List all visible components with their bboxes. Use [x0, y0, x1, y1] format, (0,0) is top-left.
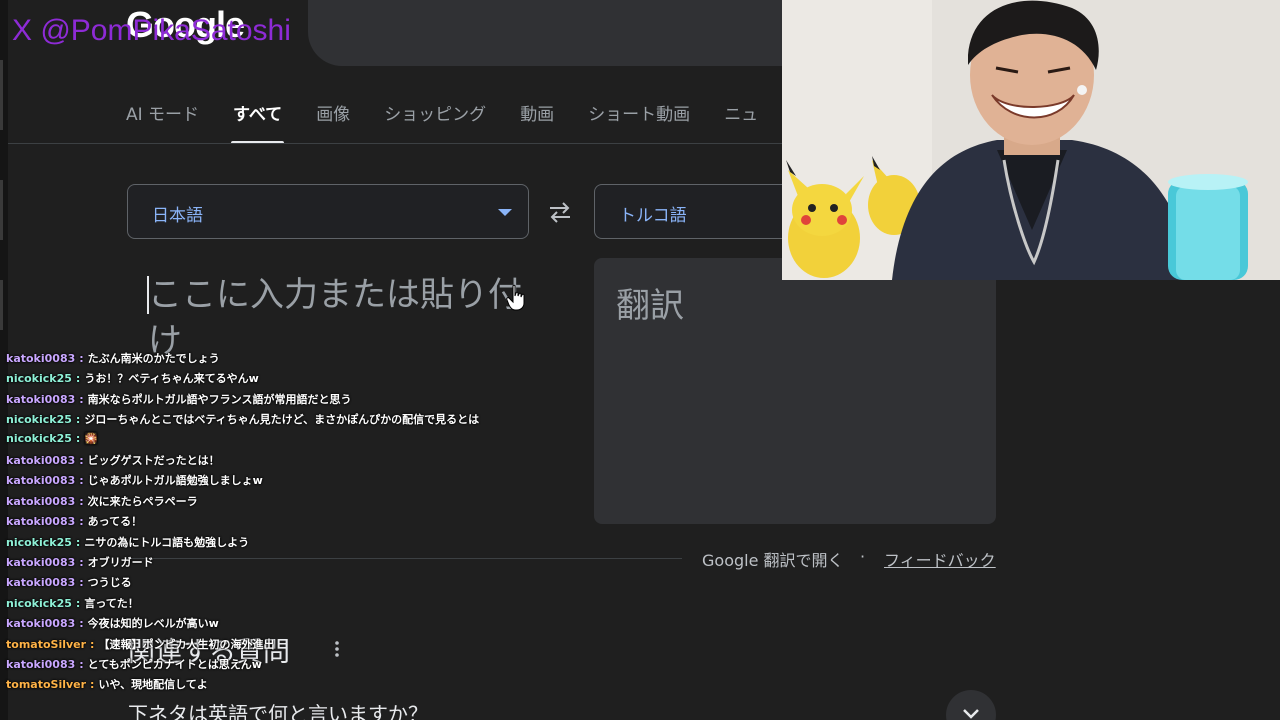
chat-username: nicokick25 — [6, 431, 72, 445]
chat-message: katoki0083: あってる！ — [6, 513, 142, 529]
chat-username: tomatoSilver — [6, 678, 87, 692]
chat-colon: : — [90, 637, 95, 651]
tab-all[interactable]: すべて — [231, 100, 285, 144]
chat-text: ニサの為にトルコ語も勉強しよう — [84, 535, 250, 549]
chat-colon: : — [79, 352, 84, 365]
chat-colon: : — [90, 678, 95, 692]
chat-message: nicokick25: 言ってた！ — [6, 595, 139, 611]
source-language-select[interactable]: 日本語 — [127, 184, 529, 239]
chat-text: 南米ならポルトガル語やフランス語が常用語だと思う — [87, 392, 352, 406]
chat-username: katoki0083 — [6, 392, 76, 406]
chat-text: ビッグゲストだったとは！ — [87, 454, 220, 467]
chat-colon: : — [75, 535, 81, 549]
chat-colon: : — [79, 658, 84, 671]
chat-message: nicokick25: ジローちゃんとこではベティちゃん見たけど、まさかぽんぴかの… — [6, 411, 479, 427]
chat-colon: : — [79, 576, 84, 590]
search-bar[interactable] — [308, 0, 788, 66]
chat-username: nicokick25 — [6, 413, 72, 427]
chat-text: 🎇 — [84, 431, 99, 445]
chat-username: nicokick25 — [6, 535, 72, 549]
chat-username: katoki0083 — [6, 556, 76, 569]
expand-question-button[interactable] — [946, 690, 996, 720]
strip-mark — [0, 60, 3, 130]
chat-username: katoki0083 — [6, 474, 76, 488]
hand-cursor-icon — [506, 284, 525, 311]
glowing-lamp — [1168, 174, 1248, 280]
chat-username: tomatoSilver — [6, 637, 87, 651]
source-language-label: 日本語 — [152, 206, 203, 226]
chat-message: katoki0083: とてもポンピカナイトとは思えんw — [6, 656, 262, 672]
chat-username: katoki0083 — [6, 576, 76, 590]
chat-text: 今夜は知的レベルが高いw — [87, 617, 219, 631]
chat-colon: : — [79, 515, 84, 529]
chat-text: オブリガード — [87, 556, 154, 569]
tab-ai-mode[interactable]: AI モード — [126, 100, 199, 144]
chat-username: nicokick25 — [6, 596, 72, 610]
chat-username: nicokick25 — [6, 372, 72, 386]
chat-colon: : — [79, 494, 84, 508]
chat-message: katoki0083: 次に来たらペラペーラ — [6, 493, 198, 509]
chevron-down-icon — [963, 709, 979, 719]
chat-colon: : — [75, 596, 81, 610]
chat-text: 言ってた！ — [84, 596, 139, 610]
chat-message: katoki0083: ビッグゲストだったとは！ — [6, 452, 220, 468]
chat-message: katoki0083: じゃあポルトガル語勉強しましょw — [6, 472, 263, 488]
streamer-webcam — [782, 0, 1280, 280]
chat-colon: : — [79, 392, 84, 406]
chat-username: katoki0083 — [6, 494, 76, 508]
strip-mark — [0, 180, 3, 240]
chat-text: 次に来たらペラペーラ — [87, 494, 198, 508]
chat-colon: : — [75, 431, 81, 445]
target-language-label: トルコ語 — [619, 206, 687, 226]
chat-message: katoki0083: 南米ならポルトガル語やフランス語が常用語だと思う — [6, 391, 351, 407]
chat-text: ジローちゃんとこではベティちゃん見たけど、まさかぽんぴかの配信で見るとは — [84, 413, 480, 427]
tab-videos[interactable]: 動画 — [520, 100, 554, 144]
chat-message: katoki0083: たぶん南米のかたでしょう — [6, 350, 220, 366]
chat-message: katoki0083: つうじる — [6, 574, 132, 590]
chat-colon: : — [79, 474, 84, 488]
chevron-down-icon — [498, 209, 512, 216]
chat-message: katoki0083: オブリガード — [6, 554, 154, 570]
chat-text: あってる！ — [87, 515, 143, 529]
tab-news[interactable]: ニュ — [724, 100, 758, 144]
strip-mark — [0, 280, 3, 330]
dot-separator: · — [860, 547, 866, 566]
tab-shopping[interactable]: ショッピング — [384, 100, 486, 144]
chat-message: tomatoSilver: 【速報】ポンピカ人生初の海外進出 — [6, 636, 274, 652]
stream-watermark: X @PomPikaSatoshi — [12, 14, 291, 47]
chat-colon: : — [79, 617, 84, 631]
chat-text: じゃあポルトガル語勉強しましょw — [87, 474, 263, 488]
chat-text: たぶん南米のかたでしょう — [87, 352, 220, 365]
tab-images[interactable]: 画像 — [316, 100, 350, 144]
live-chat-overlay: katoki0083: たぶん南米のかたでしょう nicokick25: うお！？ベテ… — [0, 328, 520, 720]
chat-message: tomatoSilver: いや、現地配信してよ — [6, 676, 208, 692]
feedback-link[interactable]: フィードバック — [884, 547, 996, 571]
chat-username: katoki0083 — [6, 658, 76, 671]
tab-short-videos[interactable]: ショート動画 — [588, 100, 690, 144]
tabs-divider — [8, 143, 783, 144]
swap-languages-icon[interactable] — [546, 198, 574, 226]
chat-text: つうじる — [87, 576, 132, 590]
translation-output: 翻訳 — [594, 258, 996, 524]
chat-text: とてもポンピカナイトとは思えんw — [87, 658, 262, 671]
chat-message: katoki0083: 今夜は知的レベルが高いw — [6, 615, 219, 631]
chat-colon: : — [75, 413, 81, 427]
chat-username: katoki0083 — [6, 617, 76, 631]
chat-message: nicokick25: うお！？ベティちゃん来てるやんw — [6, 370, 259, 386]
output-placeholder: 翻訳 — [616, 286, 684, 326]
chat-text: いや、現地配信してよ — [98, 678, 208, 692]
target-language-select[interactable]: トルコ語 — [594, 184, 794, 239]
chat-colon: : — [79, 454, 84, 467]
chat-username: katoki0083 — [6, 454, 76, 467]
chat-message: nicokick25: 🎇 — [6, 432, 98, 445]
chat-colon: : — [79, 556, 84, 569]
chat-text: うお！？ベティちゃん来てるやんw — [84, 372, 259, 386]
chat-text: 【速報】ポンピカ人生初の海外進出 — [98, 637, 275, 651]
open-in-google-translate-link[interactable]: Google 翻訳で開く — [702, 547, 844, 571]
chat-username: katoki0083 — [6, 515, 76, 529]
chat-colon: : — [75, 372, 81, 386]
search-tabs: AI モード すべて 画像 ショッピング 動画 ショート動画 ニュ — [126, 100, 786, 144]
chat-username: katoki0083 — [6, 352, 76, 365]
chat-message: nicokick25: ニサの為にトルコ語も勉強しよう — [6, 534, 249, 550]
